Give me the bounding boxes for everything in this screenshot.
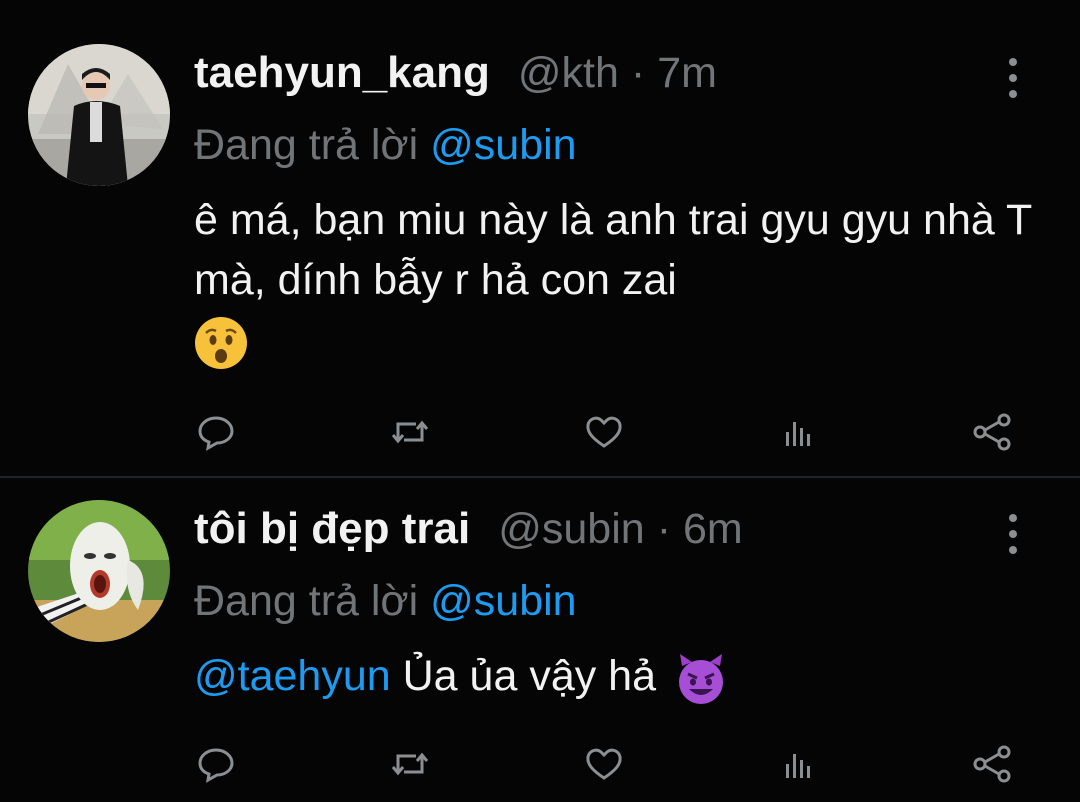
user-handle[interactable]: @subin — [498, 505, 644, 554]
replying-mention[interactable]: @subin — [430, 577, 576, 625]
separator: · — [656, 505, 672, 553]
more-options-icon[interactable] — [1006, 514, 1020, 554]
tweet-body: Ủa ủa vậy hả — [402, 652, 657, 700]
replying-prefix: Đang trả lời — [194, 577, 419, 625]
tweet[interactable]: tôi bị đẹp trai @subin · 6m Đang trả lời… — [0, 0, 1080, 802]
retweet-icon[interactable] — [388, 742, 432, 786]
tweet-text: @taehyun Ủa ủa vậy hả — [194, 646, 1040, 706]
like-icon[interactable] — [582, 742, 626, 786]
avatar-photo — [28, 500, 170, 642]
display-name[interactable]: tôi bị đẹp trai — [194, 504, 470, 554]
replying-to: Đang trả lời @subin — [194, 574, 1040, 628]
avatar[interactable] — [28, 500, 170, 642]
smiling-devil-emoji — [678, 653, 723, 704]
action-bar — [194, 742, 1024, 786]
share-icon[interactable] — [970, 742, 1014, 786]
reply-icon[interactable] — [194, 742, 238, 786]
text-mention[interactable]: @taehyun — [194, 652, 391, 700]
timestamp[interactable]: 6m — [683, 505, 743, 554]
analytics-icon[interactable] — [776, 742, 820, 786]
